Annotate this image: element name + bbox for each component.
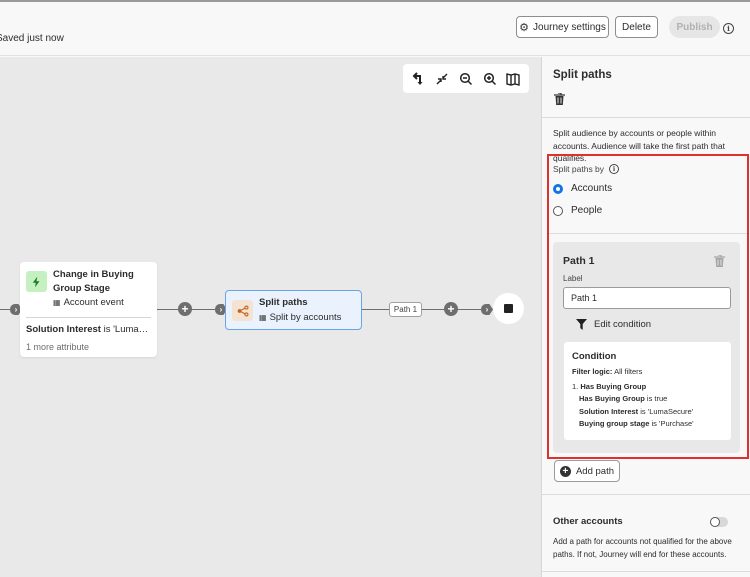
path-label-chip[interactable]: Path 1 [389, 302, 422, 317]
minimap-button[interactable] [504, 70, 522, 88]
trash-icon [554, 92, 565, 105]
delete-button[interactable]: Delete [615, 16, 658, 38]
split-icon-badge [232, 300, 253, 321]
add-path-button[interactable]: + Add path [554, 460, 620, 482]
split-by-text: Split paths by [553, 164, 605, 174]
condition-summary: Condition Filter logic: All filters 1. H… [564, 342, 731, 440]
rule-op: is 'LumaSecure' [638, 406, 694, 416]
condition-group: 1. Has Buying Group [572, 381, 723, 393]
other-accounts-title: Other accounts [553, 516, 623, 527]
attribute-name: Solution Interest [26, 324, 101, 335]
event-type-label: Account event [63, 297, 124, 308]
fit-to-screen-icon [436, 73, 448, 84]
header: Saved just now ⚙ Journey settings Delete… [0, 2, 750, 56]
end-node[interactable] [493, 293, 524, 324]
lightning-icon [32, 276, 40, 287]
radio-button[interactable] [553, 205, 563, 216]
zoom-in-button[interactable] [481, 70, 499, 88]
event-node-title-2: Group Stage [53, 283, 111, 294]
split-icon [237, 304, 249, 317]
path-label-input[interactable] [563, 287, 731, 309]
rule-field: Solution Interest [579, 406, 639, 416]
journey-canvas[interactable]: › + › + › Change in Buying Group Stage ▦… [0, 57, 541, 577]
divider [542, 571, 750, 572]
minimap-icon [506, 72, 520, 86]
filter-icon [576, 319, 587, 330]
other-accounts-description: Add a path for accounts not qualified fo… [553, 537, 732, 559]
info-icon[interactable]: i [723, 23, 734, 34]
radio-label: People [571, 205, 603, 216]
event-node-type: ▦ Account event [53, 297, 124, 308]
canvas-toolbar [403, 64, 529, 93]
event-attribute: Solution Interest is 'LumaSec... [26, 324, 152, 335]
radio-people[interactable]: People [553, 205, 602, 216]
split-node-title: Split paths [259, 297, 308, 308]
stop-icon [504, 304, 513, 313]
filter-logic-value: All filters [612, 367, 643, 376]
divider [549, 233, 747, 234]
event-node-title-1: Change in Buying [53, 269, 134, 280]
add-path-label: Add path [575, 465, 615, 477]
gears-icon: ⚙ [519, 21, 530, 34]
delete-path-button[interactable] [714, 254, 725, 270]
more-attributes: 1 more attribute [26, 342, 90, 352]
radio-label: Accounts [571, 183, 613, 194]
rule-op: is true [644, 394, 668, 404]
connector [362, 309, 493, 310]
delete-node-button[interactable] [554, 92, 565, 108]
reorient-button[interactable] [410, 70, 428, 88]
reorient-icon [412, 71, 423, 85]
radio-accounts[interactable]: Accounts [553, 183, 612, 194]
trash-icon [714, 254, 725, 267]
path-title: Path 1 [563, 255, 595, 267]
event-node[interactable]: Change in Buying Group Stage ▦ Account e… [20, 262, 157, 357]
condition-title: Condition [572, 351, 617, 362]
path-card: Path 1 Label Edit condition Condition Fi… [553, 242, 740, 453]
fit-to-screen-button[interactable] [433, 70, 451, 88]
split-paths-node[interactable]: Split paths ▦ Split by accounts [225, 290, 362, 330]
filter-logic-key: Filter logic: [572, 367, 613, 376]
split-node-subtitle-text: Split by accounts [269, 312, 342, 323]
toggle-knob [710, 517, 720, 527]
save-status: Saved just now [0, 33, 64, 44]
condition-rule: Buying group stage is 'Purchase' [572, 418, 723, 430]
add-circle-icon: + [559, 465, 571, 477]
zoom-out-icon [459, 72, 473, 85]
edit-condition-button[interactable]: Edit condition [576, 319, 651, 330]
table-icon: ▦ [259, 313, 267, 322]
rule-field: Buying group stage [579, 418, 650, 428]
condition-rule: Has Buying Group is true [572, 393, 723, 405]
table-icon: ▦ [53, 298, 61, 307]
condition-rule: Solution Interest is 'LumaSecure' [572, 406, 723, 418]
publish-button[interactable]: Publish [669, 16, 720, 38]
split-by-label: Split paths by i [553, 164, 620, 174]
add-node-button[interactable]: + [178, 302, 192, 316]
rule-op: is 'Purchase' [649, 418, 694, 428]
zoom-in-icon [483, 72, 496, 85]
add-node-button[interactable]: + [444, 302, 458, 316]
label-field-label: Label [563, 274, 583, 283]
journey-settings-label: Journey settings [533, 21, 606, 33]
split-node-subtitle: ▦ Split by accounts [259, 312, 341, 323]
rule-field: Has Buying Group [579, 394, 645, 404]
panel-title: Split paths [553, 69, 612, 81]
group-number: 1. [572, 382, 579, 391]
other-accounts-toggle[interactable] [710, 517, 728, 527]
divider [26, 317, 151, 318]
filter-logic: Filter logic: All filters [572, 367, 723, 376]
info-icon[interactable]: i [609, 164, 620, 174]
journey-settings-button[interactable]: ⚙ Journey settings [516, 16, 609, 38]
chevron-right-icon: › [481, 304, 493, 315]
attribute-value: is 'LumaSec... [103, 324, 152, 335]
group-name: Has Buying Group [580, 382, 647, 391]
divider [542, 117, 750, 118]
radio-button[interactable] [553, 183, 563, 194]
zoom-out-button[interactable] [457, 70, 475, 88]
event-icon-badge [26, 271, 47, 292]
properties-panel: Split paths Split audience by accounts o… [541, 57, 750, 577]
divider [542, 494, 750, 495]
edit-condition-label: Edit condition [594, 319, 652, 330]
